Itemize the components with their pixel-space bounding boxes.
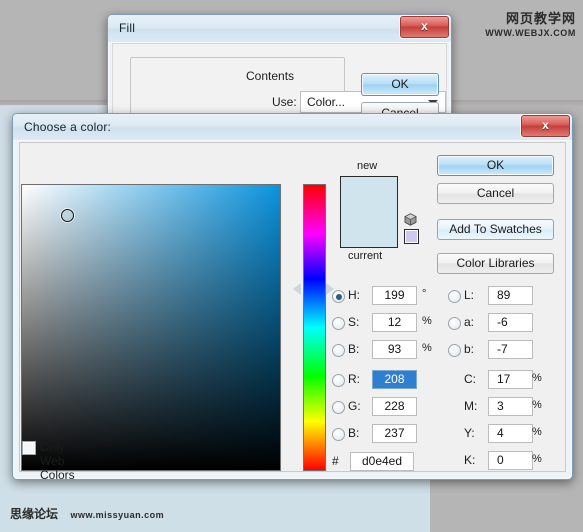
radio-l[interactable] (448, 290, 461, 303)
radio-b-blue[interactable] (332, 428, 345, 441)
color-picker-title: Choose a color: (24, 120, 112, 134)
unit-s: % (422, 315, 432, 327)
label-a: a: (464, 315, 475, 329)
add-to-swatches-button[interactable]: Add To Swatches (437, 219, 554, 240)
radio-s[interactable] (332, 317, 345, 330)
unit-k: % (532, 453, 542, 465)
input-y[interactable]: 4 (488, 424, 533, 443)
radio-h[interactable] (332, 290, 345, 303)
label-b-blue: B: (348, 426, 360, 440)
radio-a[interactable] (448, 317, 461, 330)
color-preview-swatch[interactable] (340, 176, 398, 248)
label-s: S: (348, 315, 360, 329)
web-safe-alternate-swatch[interactable] (404, 229, 419, 244)
label-y: Y: (464, 426, 475, 440)
only-web-colors-label: Only Web Colors (40, 440, 75, 482)
input-r[interactable]: 208 (372, 370, 417, 389)
watermark-top-line2: WWW.WEBJX.COM (485, 28, 576, 38)
current-color-label: current (348, 250, 383, 262)
use-dropdown-value: Color... (307, 95, 346, 109)
label-c: C: (464, 372, 476, 386)
hex-symbol: # (332, 454, 339, 468)
input-m[interactable]: 3 (488, 397, 533, 416)
saturation-value-field[interactable] (21, 184, 281, 471)
radio-g[interactable] (332, 401, 345, 414)
input-a[interactable]: -6 (488, 313, 533, 332)
fill-dialog-title: Fill (119, 21, 136, 35)
input-c[interactable]: 17 (488, 370, 533, 389)
input-k[interactable]: 0 (488, 451, 533, 470)
watermark-bottom-left: 思缘论坛 www.missyuan.com (10, 505, 164, 523)
label-g: G: (348, 399, 361, 413)
new-color-label: new (357, 160, 378, 172)
radio-lab-b[interactable] (448, 344, 461, 357)
unit-h: ° (422, 288, 427, 300)
use-label: Use: (272, 95, 297, 109)
color-libraries-button[interactable]: Color Libraries (437, 253, 554, 274)
color-picker-ok-button[interactable]: OK (437, 155, 554, 176)
input-b-brightness[interactable]: 93 (372, 340, 417, 359)
hex-input[interactable]: d0e4ed (350, 452, 414, 471)
color-field-marker[interactable] (61, 209, 74, 222)
color-picker-titlebar[interactable]: Choose a color: x (13, 114, 572, 141)
label-lab-b: b: (464, 342, 475, 356)
desktop: Fill x Contents Use: Color... Custom Pat… (0, 0, 583, 532)
unit-b-brightness: % (422, 342, 432, 354)
unit-y: % (532, 426, 542, 438)
watermark-bottom-line2: www.missyuan.com (70, 510, 165, 520)
fill-dialog-titlebar[interactable]: Fill x (108, 15, 451, 43)
watermark-bottom-line1: 思缘论坛 (10, 507, 59, 521)
watermark-top-line1: 网页教学网 (505, 11, 576, 26)
close-icon[interactable]: x (521, 115, 570, 137)
radio-b-brightness[interactable] (332, 344, 345, 357)
watermark-top-right: 网页教学网 WWW.WEBJX.COM (485, 8, 576, 38)
input-l[interactable]: 89 (488, 286, 533, 305)
input-b-blue[interactable]: 237 (372, 424, 417, 443)
input-h[interactable]: 199 (372, 286, 417, 305)
input-g[interactable]: 228 (372, 397, 417, 416)
label-h: H: (348, 288, 360, 302)
fill-ok-button[interactable]: OK (361, 73, 439, 96)
input-lab-b[interactable]: -7 (488, 340, 533, 359)
web-safe-warning-cube-icon[interactable] (404, 213, 417, 226)
close-icon[interactable]: x (400, 16, 449, 38)
label-l: L: (464, 288, 475, 302)
label-r: R: (348, 372, 360, 386)
color-picker-cancel-button[interactable]: Cancel (437, 183, 554, 204)
hue-slider-handle-left[interactable] (293, 283, 301, 295)
input-s[interactable]: 12 (372, 313, 417, 332)
contents-group-label: Contents (242, 69, 299, 83)
only-web-colors-checkbox[interactable] (22, 441, 36, 455)
label-m: M: (464, 399, 478, 413)
hue-slider[interactable] (303, 184, 326, 471)
fill-dialog: Fill x Contents Use: Color... Custom Pat… (107, 14, 452, 138)
unit-c: % (532, 372, 542, 384)
label-b-brightness: B: (348, 342, 360, 356)
radio-r[interactable] (332, 374, 345, 387)
unit-m: % (532, 399, 542, 411)
label-k: K: (464, 453, 476, 467)
